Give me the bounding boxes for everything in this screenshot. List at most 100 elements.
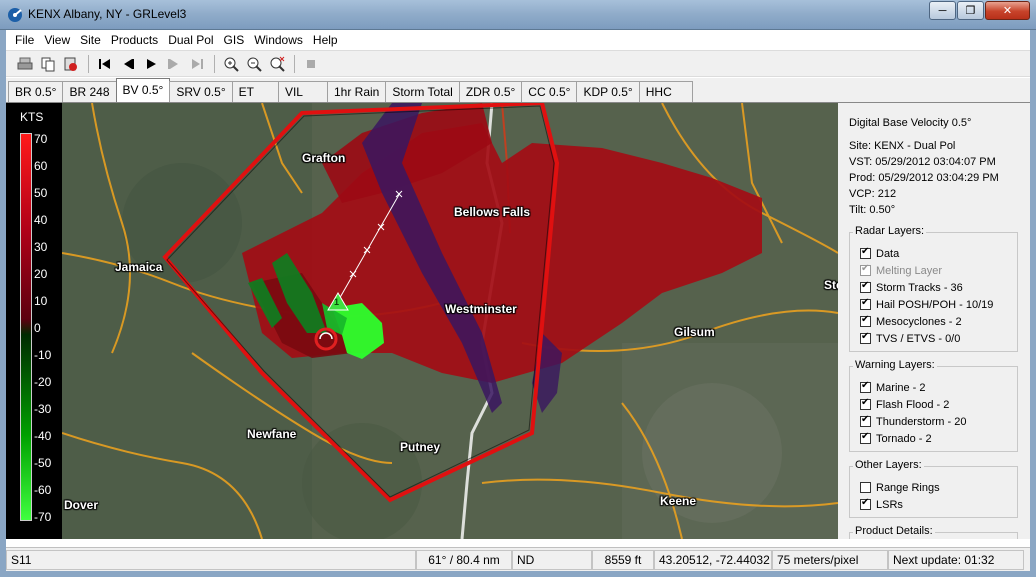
zoom-in-button[interactable] (220, 54, 242, 74)
layer-storm-tracks[interactable]: Storm Tracks - 36 (860, 279, 1011, 296)
layer-label: Marine - 2 (876, 381, 926, 394)
export-button[interactable] (60, 54, 82, 74)
menu-file[interactable]: File (10, 30, 39, 50)
layer-tornado[interactable]: Tornado - 2 (860, 430, 1011, 447)
checkbox[interactable] (860, 497, 871, 510)
layer-marine[interactable]: Marine - 2 (860, 379, 1011, 396)
place-label: Keene (660, 494, 697, 508)
checkbox[interactable] (860, 280, 871, 293)
layer-lsrs[interactable]: LSRs (860, 496, 1011, 513)
play-button[interactable] (140, 54, 162, 74)
tab-zdr-05[interactable]: ZDR 0.5° (458, 81, 523, 102)
status-coords: 43.20512, -72.44032 (654, 549, 772, 570)
tab-vil[interactable]: VIL (277, 81, 328, 102)
layer-thunderstorm[interactable]: Thunderstorm - 20 (860, 413, 1011, 430)
last-frame-button[interactable] (186, 54, 208, 74)
checkbox[interactable] (860, 380, 871, 393)
toolbar-separator (88, 54, 89, 73)
info-panel: Digital Base Velocity 0.5° Site: KENX - … (838, 103, 1030, 539)
tab-srv-05[interactable]: SRV 0.5° (169, 81, 233, 102)
place-label: Putney (400, 440, 441, 454)
checkbox[interactable] (860, 414, 871, 427)
place-label: Grafton (302, 151, 346, 165)
status-value: ND (512, 549, 592, 570)
title-bar[interactable]: KENX Albany, NY - GRLevel3 ─ ❐ ✕ (0, 0, 1036, 30)
menu-products[interactable]: Products (106, 30, 163, 50)
place-label: Gilsum (674, 325, 715, 339)
legend-tick: -40 (34, 429, 52, 443)
checkbox[interactable] (860, 246, 871, 259)
menu-bar: File View Site Products Dual Pol GIS Win… (6, 30, 1030, 50)
tab-br-05[interactable]: BR 0.5° (8, 81, 64, 102)
layer-range-rings[interactable]: Range Rings (860, 479, 1011, 496)
checkbox[interactable] (860, 482, 871, 493)
layer-flash-flood[interactable]: Flash Flood - 2 (860, 396, 1011, 413)
status-resolution: 75 meters/pixel (772, 549, 888, 570)
tab-br-248[interactable]: BR 248 (62, 81, 117, 102)
prev-frame-button[interactable] (117, 54, 139, 74)
menu-gis[interactable]: GIS (219, 30, 250, 50)
tab-hhc[interactable]: HHC (638, 81, 693, 102)
zoom-out-button[interactable] (243, 54, 265, 74)
place-label: Bellows Falls (454, 205, 531, 219)
checkbox[interactable] (860, 297, 871, 310)
legend-tick: -30 (34, 402, 52, 416)
zoom-reset-button[interactable] (266, 54, 288, 74)
next-frame-button[interactable] (163, 54, 185, 74)
maximize-button[interactable]: ❐ (957, 1, 984, 20)
tab-1hr-rain[interactable]: 1hr Rain (326, 81, 387, 102)
first-frame-button[interactable] (94, 54, 116, 74)
place-label: Jamaica (115, 260, 163, 274)
storm-cell-label: 1 (334, 297, 340, 307)
menu-help[interactable]: Help (308, 30, 343, 50)
legend-color-bar (20, 133, 32, 521)
close-button[interactable]: ✕ (985, 1, 1030, 20)
toolbar (6, 50, 1030, 77)
legend-tick: 50 (34, 186, 48, 200)
checkbox[interactable] (860, 331, 871, 344)
legend-tick: 40 (34, 213, 48, 227)
place-label: Newfane (247, 427, 297, 441)
menu-windows[interactable]: Windows (249, 30, 308, 50)
product-title: Digital Base Velocity 0.5° (849, 117, 972, 129)
print-button[interactable] (14, 54, 36, 74)
checkbox[interactable] (860, 397, 871, 410)
tab-storm-total[interactable]: Storm Total (385, 81, 460, 102)
menu-dual-pol[interactable]: Dual Pol (163, 30, 218, 50)
copy-button[interactable] (37, 54, 59, 74)
warning-layers-group: Warning Layers: Marine - 2 Flash Flood -… (849, 359, 1018, 452)
layer-data[interactable]: Data (860, 245, 1011, 262)
legend-tick: 70 (34, 132, 48, 146)
radar-map[interactable]: Grafton Bellows Falls Jamaica Westminste… (62, 103, 838, 539)
layer-melting: Melting Layer (860, 262, 1011, 279)
menu-view[interactable]: View (39, 30, 75, 50)
checkbox[interactable] (860, 431, 871, 444)
checkbox (860, 263, 871, 276)
product-details-group: Product Details: (849, 525, 1018, 539)
layer-tvs[interactable]: TVS / ETVS - 0/0 (860, 330, 1011, 347)
zoom-out-icon (247, 57, 262, 72)
play-icon (147, 58, 156, 69)
tab-cc-05[interactable]: CC 0.5° (521, 81, 578, 102)
radar-map-graphic (62, 103, 838, 539)
checkbox[interactable] (860, 314, 871, 327)
layer-label: TVS / ETVS - 0/0 (876, 332, 961, 345)
product-vcp: VCP: 212 (849, 188, 897, 200)
step-back-icon (124, 58, 134, 69)
layer-label: LSRs (876, 498, 903, 511)
legend-tick: -70 (34, 510, 52, 524)
export-icon (64, 57, 77, 71)
tab-kdp-05[interactable]: KDP 0.5° (576, 81, 640, 102)
layer-mesocyclones[interactable]: Mesocyclones - 2 (860, 313, 1011, 330)
layer-label: Range Rings (876, 481, 940, 494)
stop-button[interactable] (300, 54, 322, 74)
minimize-button[interactable]: ─ (929, 1, 956, 20)
tab-bv-05[interactable]: BV 0.5° (115, 78, 171, 102)
tab-et[interactable]: ET (231, 81, 279, 102)
close-icon: ✕ (1002, 5, 1013, 17)
product-tabs: BR 0.5° BR 248 BV 0.5° SRV 0.5° ET VIL 1… (6, 78, 1030, 102)
menu-site[interactable]: Site (75, 30, 106, 50)
layer-hail[interactable]: Hail POSH/POH - 10/19 (860, 296, 1011, 313)
product-vst: VST: 05/29/2012 03:04:07 PM (849, 156, 996, 168)
legend-tick: 30 (34, 240, 48, 254)
